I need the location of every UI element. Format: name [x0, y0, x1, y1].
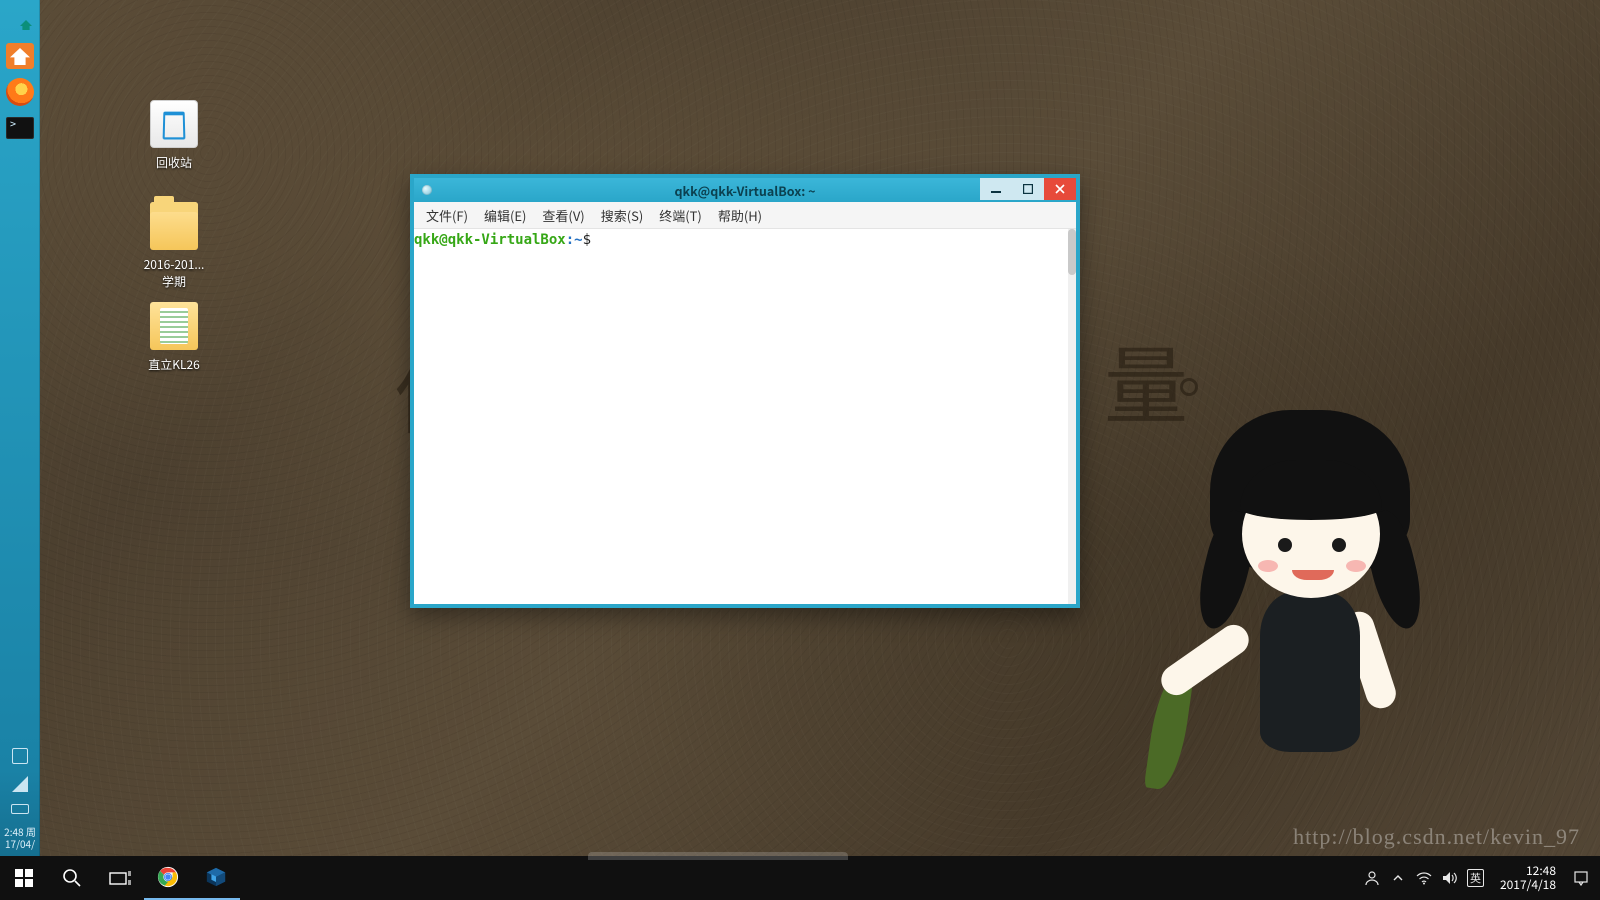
- windows-icon: [15, 869, 33, 887]
- maximize-icon: [1023, 184, 1033, 194]
- maximize-button[interactable]: [1012, 178, 1044, 200]
- close-button[interactable]: [1044, 178, 1076, 200]
- windows-taskbar: 英 12:48 2017/4/18: [0, 856, 1600, 900]
- tray-people-icon[interactable]: [1363, 869, 1381, 887]
- virtualbox-icon: [205, 866, 227, 888]
- vm-bottom-handle: [588, 852, 848, 860]
- taskview-button[interactable]: [96, 856, 144, 900]
- terminal-menu-item-4[interactable]: 终端(T): [651, 203, 710, 228]
- terminal-menu-item-5[interactable]: 帮助(H): [710, 203, 770, 228]
- tray-ime-icon[interactable]: 英: [1467, 869, 1484, 887]
- chrome-icon: [157, 866, 179, 888]
- guest-firefox[interactable]: [4, 76, 36, 108]
- desktop-icon-label: 直立KL26: [128, 356, 220, 373]
- watermark-text: http://blog.csdn.net/kevin_97: [1293, 824, 1580, 850]
- desktop-icon-recycle-bin[interactable]: 回收站: [128, 100, 220, 171]
- terminal-titlebar[interactable]: qkk@qkk-VirtualBox: ~: [414, 178, 1076, 202]
- guest-tray-network-icon[interactable]: [12, 776, 28, 792]
- wallpaper-mascot: [1180, 410, 1440, 830]
- terminal-inner: 文件(F)编辑(E)查看(V)搜索(S)终端(T)帮助(H) qkk@qkk-V…: [414, 202, 1076, 604]
- host-desktop: 信 量 2:48 周 17/04/ 回收站2016-201... 学期直立KL2…: [0, 0, 1600, 900]
- desktop-icon-label: 回收站: [128, 154, 220, 171]
- terminal-menu-item-0[interactable]: 文件(F): [418, 203, 476, 228]
- terminal-scrollbar[interactable]: [1068, 229, 1076, 604]
- terminal-menu-item-2[interactable]: 查看(V): [534, 203, 592, 228]
- window-menu-icon[interactable]: [422, 185, 432, 195]
- system-tray: 英 12:48 2017/4/18: [1353, 864, 1600, 892]
- terminal-title: qkk@qkk-VirtualBox: ~: [414, 181, 1076, 200]
- minimize-icon: [991, 184, 1001, 194]
- guest-terminal-launcher[interactable]: [4, 112, 36, 144]
- close-icon: [1055, 184, 1065, 194]
- guest-start-menu[interactable]: [4, 4, 36, 36]
- guest-tray-battery-icon[interactable]: [11, 804, 29, 814]
- minimize-button[interactable]: [980, 178, 1012, 200]
- desktop-icon-folder-sem[interactable]: 2016-201... 学期: [128, 202, 220, 290]
- taskview-icon: [109, 870, 131, 886]
- search-button[interactable]: [48, 856, 96, 900]
- taskbar-clock[interactable]: 12:48 2017/4/18: [1492, 864, 1564, 892]
- prompt-path: ~: [574, 232, 582, 248]
- folder-icon: [150, 202, 198, 250]
- terminal-menu-item-1[interactable]: 编辑(E): [476, 203, 534, 228]
- prompt-userhost: qkk@qkk-VirtualBox: [414, 232, 566, 248]
- terminal-menubar: 文件(F)编辑(E)查看(V)搜索(S)终端(T)帮助(H): [414, 202, 1076, 229]
- terminal-window[interactable]: qkk@qkk-VirtualBox: ~ 文件(F)编辑(E)查看(V)搜索(…: [410, 174, 1080, 608]
- firefox-icon: [6, 78, 34, 106]
- tray-volume-icon[interactable]: [1441, 869, 1459, 887]
- taskbar-virtualbox[interactable]: [192, 856, 240, 900]
- terminal-menu-item-3[interactable]: 搜索(S): [593, 203, 652, 228]
- prompt-sep: :: [566, 232, 574, 248]
- tray-chevron-up-icon[interactable]: [1389, 869, 1407, 887]
- desktop-icon-folder-kl26[interactable]: 直立KL26: [128, 302, 220, 373]
- guest-panel-clock[interactable]: 2:48 周 17/04/: [0, 824, 40, 856]
- start-button[interactable]: [0, 856, 48, 900]
- tray-notifications-icon[interactable]: [1572, 869, 1590, 887]
- wallpaper-period-circle: [1180, 378, 1198, 396]
- taskbar-chrome[interactable]: [144, 856, 192, 900]
- tray-wifi-icon[interactable]: [1415, 869, 1433, 887]
- recycle-icon: [150, 100, 198, 148]
- files-icon: [6, 43, 34, 69]
- taskbar-date: 2017/4/18: [1500, 878, 1556, 892]
- prompt-symbol: $: [583, 232, 591, 248]
- guest-panel: 2:48 周 17/04/: [0, 0, 40, 856]
- guest-tray-sound-icon[interactable]: [12, 748, 28, 764]
- search-icon: [62, 868, 82, 888]
- clip-icon: [150, 302, 198, 350]
- guest-file-manager[interactable]: [4, 40, 36, 72]
- desktop-icon-label: 2016-201... 学期: [128, 256, 220, 290]
- terminal-icon: [6, 117, 34, 139]
- terminal-body[interactable]: qkk@qkk-VirtualBox:~$: [414, 229, 1076, 604]
